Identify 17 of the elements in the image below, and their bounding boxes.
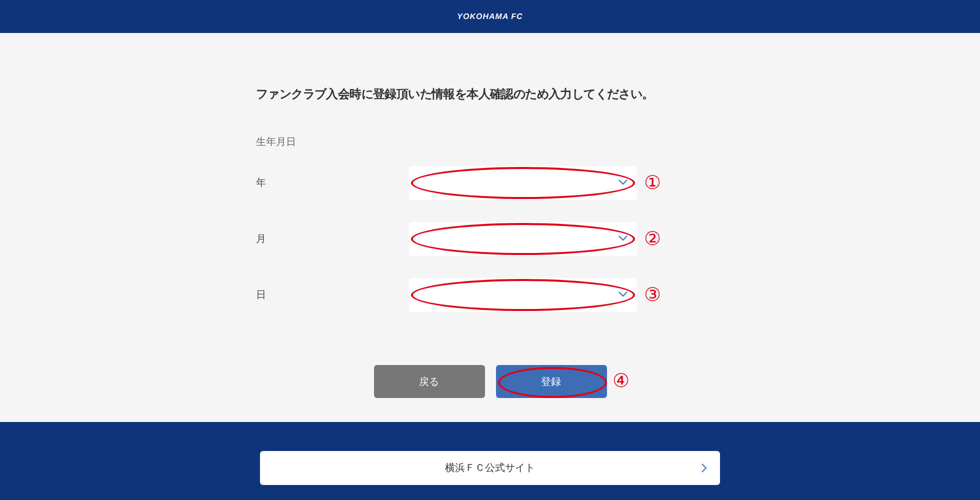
- chevron-down-icon: [618, 179, 628, 186]
- field-label: 日: [256, 289, 267, 302]
- official-site-link[interactable]: 横浜ＦＣ公式サイト: [260, 451, 720, 485]
- instruction-text: ファンクラブ入会時に登録頂いた情報を本人確認のため入力してください。: [256, 86, 655, 103]
- annotation-number: ④: [612, 372, 630, 391]
- chevron-down-icon: [618, 291, 628, 298]
- club-logo: YOKOHAMA FC: [457, 12, 523, 21]
- field-label: 月: [256, 233, 267, 246]
- register-button[interactable]: 登録: [496, 365, 606, 398]
- annotation-number: ②: [644, 230, 662, 248]
- field-label: 年: [256, 177, 267, 190]
- annotation-number: ③: [644, 286, 662, 304]
- section-label: 生年月日: [256, 136, 297, 149]
- annotation-number: ①: [644, 174, 662, 192]
- chevron-right-icon: [701, 463, 707, 473]
- chevron-down-icon: [618, 235, 628, 242]
- back-button[interactable]: 戻る: [374, 365, 484, 398]
